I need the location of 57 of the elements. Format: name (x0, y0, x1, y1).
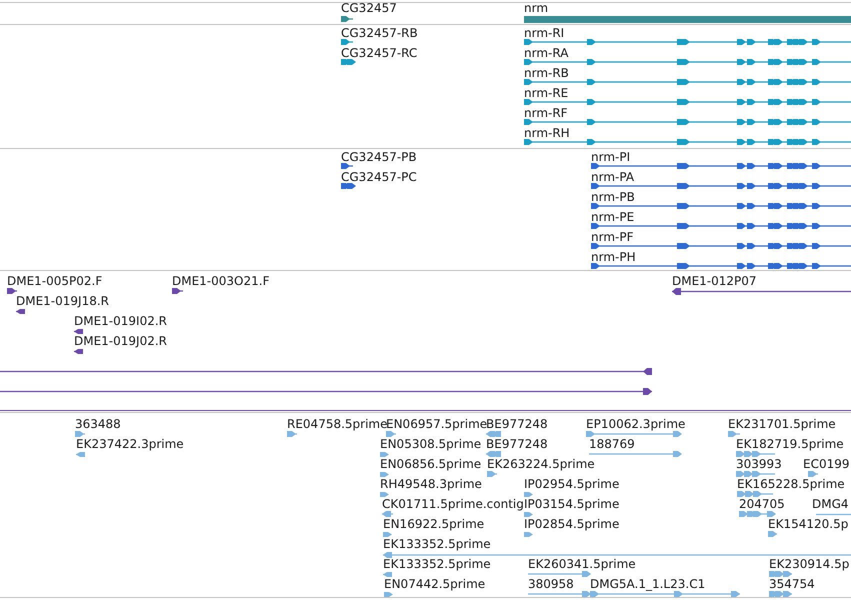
feature-label: CG32457-RC (341, 46, 418, 60)
feature-label: 204705 (739, 497, 785, 511)
feature-label: nrm-PF (591, 230, 634, 244)
feature-label: DME1-005P02.F (7, 274, 102, 288)
feature-label: EK154120.5p (768, 517, 848, 531)
feature-label: EK133352.5prime (383, 537, 491, 551)
feature-label: EK263224.5prime (487, 457, 595, 471)
feature-label: 354754 (769, 577, 815, 591)
feature-label: EN06856.5prime (380, 457, 482, 471)
feature-label: EN05308.5prime (380, 437, 482, 451)
feature-label: 380958 (528, 577, 574, 591)
feature-label: EK260341.5prime (528, 557, 636, 571)
feature-label: BE977248 (486, 437, 548, 451)
feature-label: nrm-PB (591, 190, 635, 204)
feature-label: CK01711.5prime.contig (382, 497, 524, 511)
feature-label: CG32457-PC (341, 170, 417, 184)
feature-label: DME1-012P07 (672, 274, 757, 288)
feature-label: 363488 (75, 417, 121, 431)
feature-label: EK230914.5p (769, 557, 850, 571)
feature-label: DMG4 (812, 497, 849, 511)
feature-label: EK231701.5prime (728, 417, 836, 431)
feature-label: CG32457-RB (341, 26, 418, 40)
feature-label: 188769 (589, 437, 635, 451)
feature-label: IP03154.5prime (524, 497, 620, 511)
feature-label: nrm-PE (591, 210, 634, 224)
feature-label: EN07442.5prime (384, 577, 486, 591)
feature-label: CG32457-PB (341, 150, 417, 164)
feature-label: EK182719.5prime (736, 437, 844, 451)
feature-label: DMG5A.1_1.L23.C1 (590, 577, 706, 591)
feature-label: EN16922.5prime (383, 517, 484, 531)
feature-label: RE04758.5prime (287, 417, 388, 431)
feature-label: RH49548.3prime (380, 477, 482, 491)
feature-label: nrm-PA (591, 170, 634, 184)
feature-label: 303993 (736, 457, 782, 471)
feature-label: EK165228.5prime (737, 477, 845, 491)
feature-label: nrm-RF (524, 106, 568, 120)
feature-label: IP02854.5prime (524, 517, 620, 531)
feature-label: DME1-019J18.R (16, 294, 110, 308)
feature-label: EC0199 (803, 457, 850, 471)
feature-label: EN06957.5prime (386, 417, 488, 431)
feature-label: nrm-RH (524, 126, 570, 140)
feature-label: DME1-019I02.R (74, 314, 168, 328)
feature-label: EK133352.5prime (383, 557, 491, 571)
feature-label: nrm-RE (524, 86, 568, 100)
feature-label: nrm-RA (524, 46, 568, 60)
feature-label: nrm-PI (591, 150, 630, 164)
feature-label: nrm-PH (591, 250, 636, 264)
feature-label: EK237422.3prime (76, 437, 184, 451)
feature-label: DME1-003O21.F (172, 274, 270, 288)
feature-label: EP10062.3prime (586, 417, 686, 431)
feature-label: IP02954.5prime (524, 477, 620, 491)
feature-label: DME1-019J02.R (74, 334, 168, 348)
feature-label: CG32457 (341, 1, 397, 15)
feature-label: BE977248 (486, 417, 548, 431)
feature-label: nrm-RB (524, 66, 569, 80)
feature-label: nrm-RI (524, 26, 564, 40)
feature-label: nrm (524, 1, 548, 15)
